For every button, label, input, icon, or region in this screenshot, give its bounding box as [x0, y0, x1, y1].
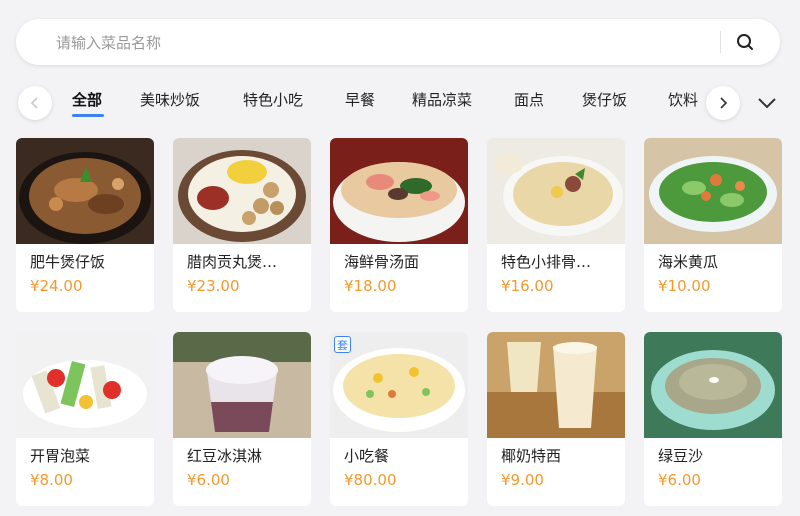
tab-fried-rice[interactable]: 美味炒饭: [140, 89, 200, 110]
scroll-right-button[interactable]: [706, 86, 740, 120]
product-name: 特色小排骨…: [501, 253, 592, 271]
product-card[interactable]: 绿豆沙 ¥6.00: [644, 332, 782, 506]
product-card[interactable]: 海鲜骨汤面 ¥18.00: [330, 138, 468, 312]
category-bar: 全部 美味炒饭 特色小吃 早餐 精品凉菜 面点 煲仔饭 饮料: [0, 80, 800, 126]
product-card[interactable]: 套 小吃餐 ¥80.00: [330, 332, 468, 506]
product-image: [487, 138, 625, 244]
product-image: [173, 332, 311, 438]
product-name: 红豆冰淇淋: [187, 447, 263, 465]
product-price: ¥24.00: [30, 277, 83, 295]
product-name: 肥牛煲仔饭: [30, 253, 106, 271]
product-name: 椰奶特西: [501, 447, 562, 465]
product-name: 开胃泡菜: [30, 447, 91, 465]
product-card[interactable]: 椰奶特西 ¥9.00: [487, 332, 625, 506]
tab-drinks[interactable]: 饮料: [668, 89, 698, 110]
product-price: ¥16.00: [501, 277, 554, 295]
search-icon: [737, 34, 753, 50]
scroll-left-button[interactable]: [18, 86, 52, 120]
product-price: ¥80.00: [344, 471, 397, 489]
product-price: ¥18.00: [344, 277, 397, 295]
chevron-right-icon: [720, 97, 728, 109]
product-card[interactable]: 开胃泡菜 ¥8.00: [16, 332, 154, 506]
expand-categories-button[interactable]: [754, 90, 780, 116]
search-button[interactable]: [732, 30, 758, 54]
product-image: [644, 138, 782, 244]
product-image: [16, 138, 154, 244]
product-name: 海鲜骨汤面: [344, 253, 420, 271]
tab-all[interactable]: 全部: [72, 89, 102, 110]
product-image: [644, 332, 782, 438]
search-bar: [16, 19, 780, 65]
active-tab-indicator: [72, 114, 104, 117]
product-card[interactable]: 肥牛煲仔饭 ¥24.00: [16, 138, 154, 312]
product-name: 小吃餐: [344, 447, 390, 465]
tab-snacks[interactable]: 特色小吃: [243, 89, 303, 110]
tab-breakfast[interactable]: 早餐: [345, 89, 375, 110]
product-card[interactable]: 海米黄瓜 ¥10.00: [644, 138, 782, 312]
tab-cold-dishes[interactable]: 精品凉菜: [412, 89, 472, 110]
product-name: 海米黄瓜: [658, 253, 719, 271]
product-price: ¥10.00: [658, 277, 711, 295]
product-price: ¥6.00: [187, 471, 230, 489]
product-price: ¥23.00: [187, 277, 240, 295]
product-price: ¥9.00: [501, 471, 544, 489]
product-image: [487, 332, 625, 438]
product-card[interactable]: 特色小排骨… ¥16.00: [487, 138, 625, 312]
product-card[interactable]: 红豆冰淇淋 ¥6.00: [173, 332, 311, 506]
product-card[interactable]: 腊肉贡丸煲… ¥23.00: [173, 138, 311, 312]
product-image: [16, 332, 154, 438]
chevron-down-icon: [758, 98, 776, 109]
product-name: 腊肉贡丸煲…: [187, 253, 278, 271]
product-price: ¥8.00: [30, 471, 73, 489]
set-meal-badge: 套: [334, 336, 351, 353]
product-name: 绿豆沙: [658, 447, 704, 465]
tab-noodles-pastry[interactable]: 面点: [514, 89, 544, 110]
product-image: [330, 138, 468, 244]
chevron-left-icon: [30, 97, 38, 109]
search-input[interactable]: [54, 29, 678, 57]
tab-claypot-rice[interactable]: 煲仔饭: [582, 89, 627, 110]
product-price: ¥6.00: [658, 471, 701, 489]
search-divider: [720, 31, 721, 53]
product-image: [173, 138, 311, 244]
